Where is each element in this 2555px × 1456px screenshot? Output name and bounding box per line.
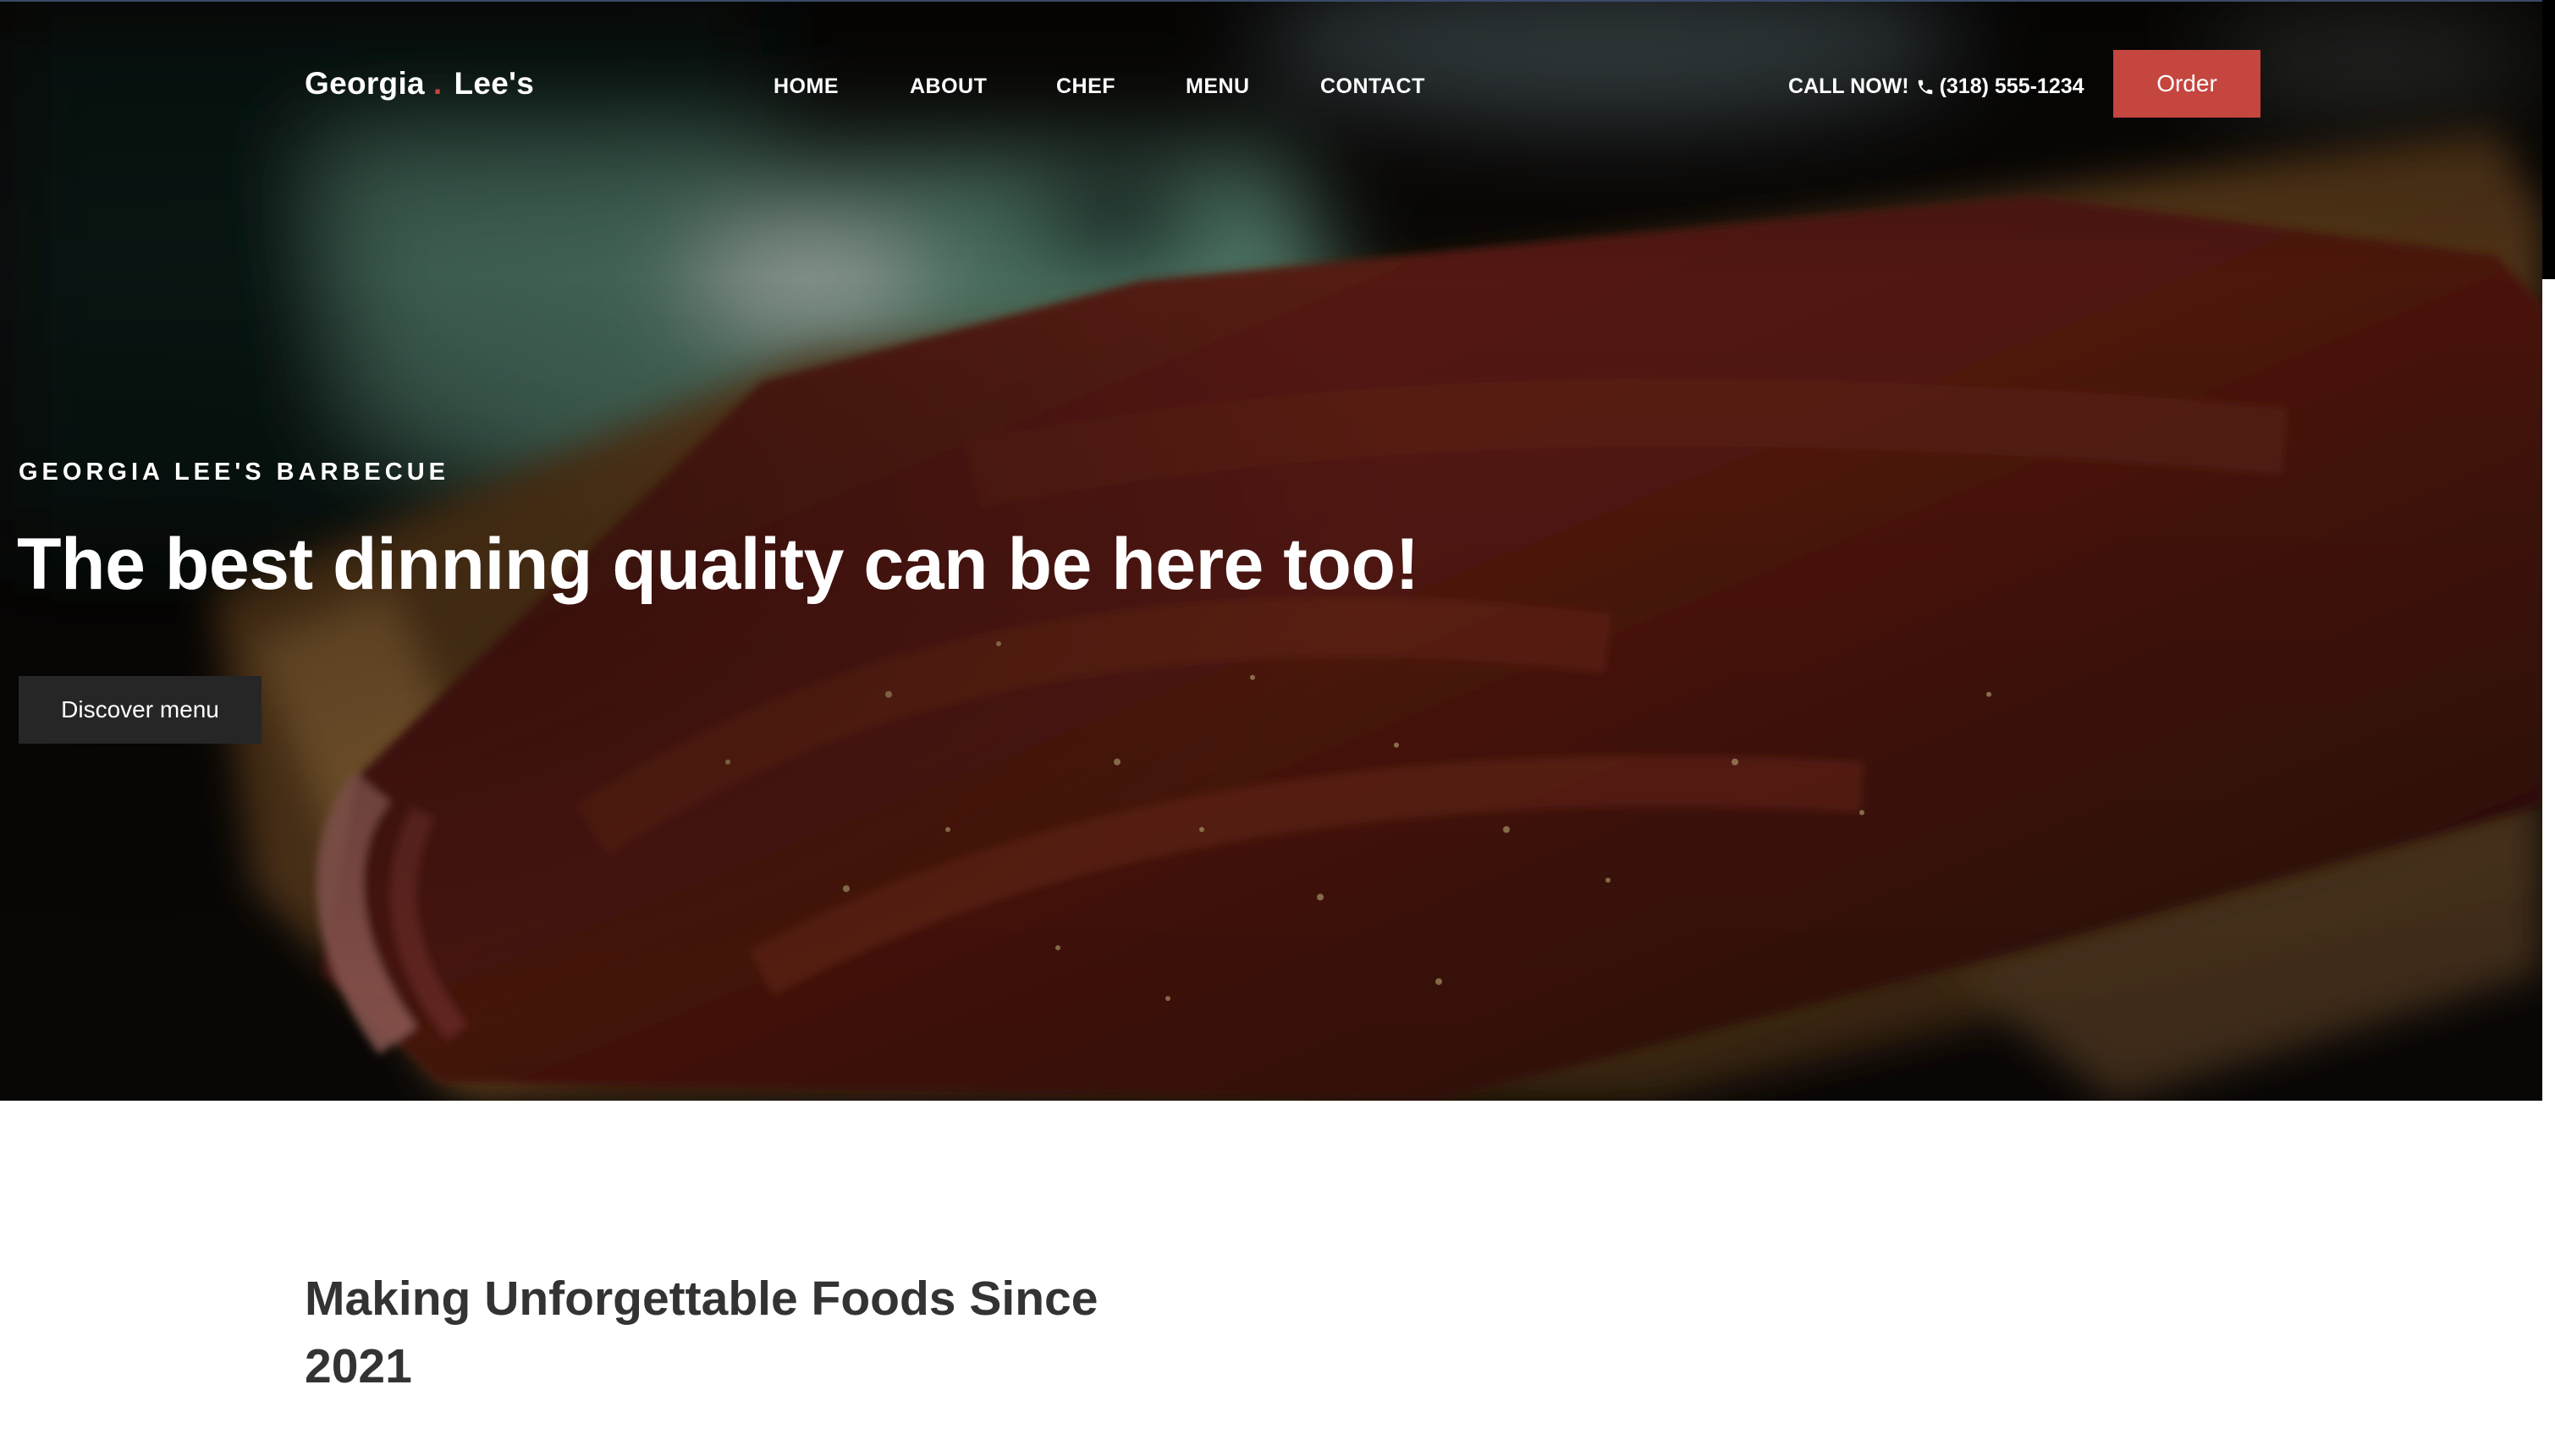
nav-chef[interactable]: CHEF bbox=[1056, 74, 1115, 99]
nav-about[interactable]: ABOUT bbox=[910, 74, 987, 99]
brand-logo[interactable]: Georgia. Lee's bbox=[305, 66, 534, 102]
brand-name-last: Lee's bbox=[454, 66, 535, 101]
brand-name-first: Georgia bbox=[305, 66, 425, 101]
discover-menu-button[interactable]: Discover menu bbox=[19, 676, 262, 744]
about-section-title: Making Unforgettable Foods Since 2021 bbox=[305, 1272, 1099, 1393]
order-button[interactable]: Order bbox=[2113, 50, 2260, 118]
call-now-number: (318) 555-1234 bbox=[1939, 74, 2084, 98]
nav-home[interactable]: HOME bbox=[774, 74, 839, 99]
nav-contact[interactable]: CONTACT bbox=[1320, 74, 1425, 99]
page: Georgia. Lee's HOME ABOUT CHEF MENU CONTA… bbox=[0, 0, 2555, 1456]
call-now-label: CALL NOW! bbox=[1788, 74, 1909, 98]
phone-icon bbox=[1918, 80, 1932, 94]
hero-headline: The best dinning quality can be here too… bbox=[17, 524, 1419, 605]
call-now[interactable]: CALL NOW! (318) 555-1234 bbox=[1788, 74, 2084, 99]
brand-separator: . bbox=[432, 66, 443, 101]
scrollbar-thumb[interactable] bbox=[2542, 0, 2555, 279]
hero-section: Georgia. Lee's HOME ABOUT CHEF MENU CONTA… bbox=[0, 0, 2542, 1101]
nav-menu[interactable]: MENU bbox=[1186, 74, 1250, 99]
hero-eyebrow: GEORGIA LEE'S BARBECUE bbox=[19, 459, 449, 486]
